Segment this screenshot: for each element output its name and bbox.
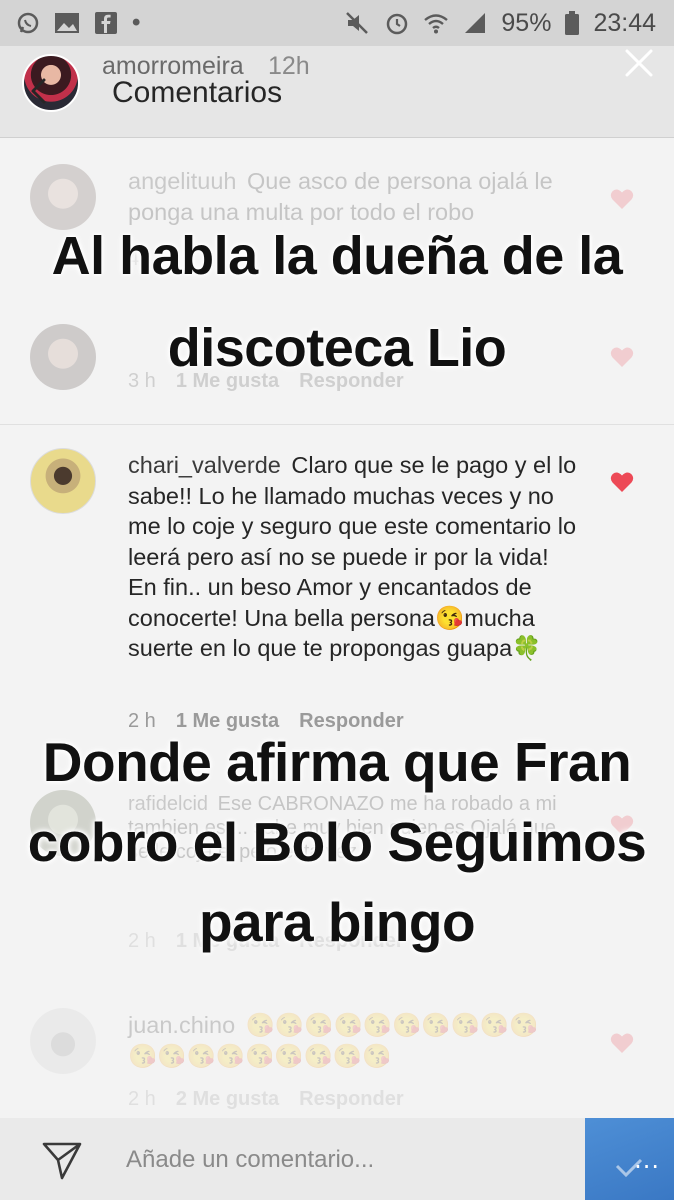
comment-body: Claro que se le pago y el lo sabe!! Lo h… — [128, 452, 577, 661]
image-icon — [55, 13, 79, 33]
status-time: 23:44 — [593, 8, 656, 37]
comment-time: 3 h — [128, 370, 156, 392]
more-options-button[interactable]: ... — [585, 1118, 674, 1200]
likes-count[interactable]: 1 Me gusta — [176, 930, 279, 953]
heart-icon[interactable] — [610, 814, 634, 836]
more-dots-icon: ... — [634, 1146, 660, 1174]
list-item: chari_valverde Claro que se le pago y el… — [0, 448, 674, 738]
status-right-icons: 95% 23:44 — [345, 9, 656, 38]
heart-icon[interactable] — [610, 188, 634, 210]
comment-time: 2 h — [128, 710, 156, 732]
likes-count[interactable]: 2 Me gusta — [176, 1088, 279, 1111]
comment-time: 2 h — [128, 930, 156, 952]
reply-button[interactable]: Responder — [299, 370, 403, 393]
avatar[interactable] — [30, 790, 96, 856]
comment-input[interactable] — [126, 1138, 556, 1182]
story-header: amorromeira 12h Comentarios — [0, 46, 674, 138]
wifi-icon — [424, 14, 449, 34]
comment-meta: 2 h 2 Me gusta Responder — [128, 1088, 404, 1111]
comment-username[interactable]: chari_valverde — [128, 452, 281, 478]
back-arrow-icon[interactable] — [28, 76, 58, 106]
alarm-icon — [387, 13, 408, 35]
signal-icon — [465, 13, 486, 33]
list-item: angelituuh Que asco de persona ojalá le … — [0, 164, 674, 274]
more-dots-icon: • — [132, 9, 143, 36]
reply-button[interactable]: Responder — [299, 710, 403, 733]
avatar[interactable] — [30, 164, 96, 230]
avatar[interactable] — [30, 324, 96, 390]
likes-count[interactable]: 1 Me gusta — [176, 710, 279, 733]
list-item: rafidelcid Ese CABRONAZO me ha robado a … — [0, 790, 674, 953]
comment-meta: 2 h 1 Me gusta Responder — [128, 930, 404, 953]
comment-username[interactable]: angelituuh — [128, 168, 236, 194]
facebook-icon — [95, 12, 117, 34]
heart-icon[interactable] — [610, 471, 634, 493]
heart-icon[interactable] — [610, 1032, 634, 1054]
mute-icon — [346, 12, 369, 34]
avatar[interactable] — [30, 448, 96, 514]
comment-username[interactable]: rafidelcid — [128, 793, 208, 815]
comment-username[interactable]: juan.chino — [128, 1012, 235, 1038]
comment-bar: ... — [0, 1118, 674, 1200]
status-bar: • 95% 23:44 — [0, 0, 674, 46]
heart-icon[interactable] — [610, 346, 634, 368]
comment-meta: 2 h 1 Me gusta Responder — [128, 710, 404, 733]
avatar[interactable] — [30, 1008, 96, 1074]
comment-meta: 3 h 1 Me gusta Responder — [128, 370, 404, 393]
battery-icon — [565, 11, 580, 35]
page-title: Comentarios — [112, 76, 283, 109]
likes-count[interactable]: 1 Me gusta — [176, 370, 279, 393]
whatsapp-icon — [17, 12, 39, 34]
comment-time: 2 h — [128, 1088, 156, 1110]
reply-button[interactable]: Responder — [299, 1088, 403, 1111]
comment-list: angelituuh Que asco de persona ojalá le … — [0, 138, 674, 1118]
send-icon[interactable] — [40, 1138, 84, 1182]
close-icon[interactable] — [624, 48, 654, 78]
battery-percent: 95% — [501, 8, 552, 37]
comment-time: 4 — [128, 248, 140, 270]
reply-button[interactable]: Responder — [299, 930, 403, 953]
status-left-icons: • — [16, 11, 142, 35]
divider — [0, 424, 674, 425]
